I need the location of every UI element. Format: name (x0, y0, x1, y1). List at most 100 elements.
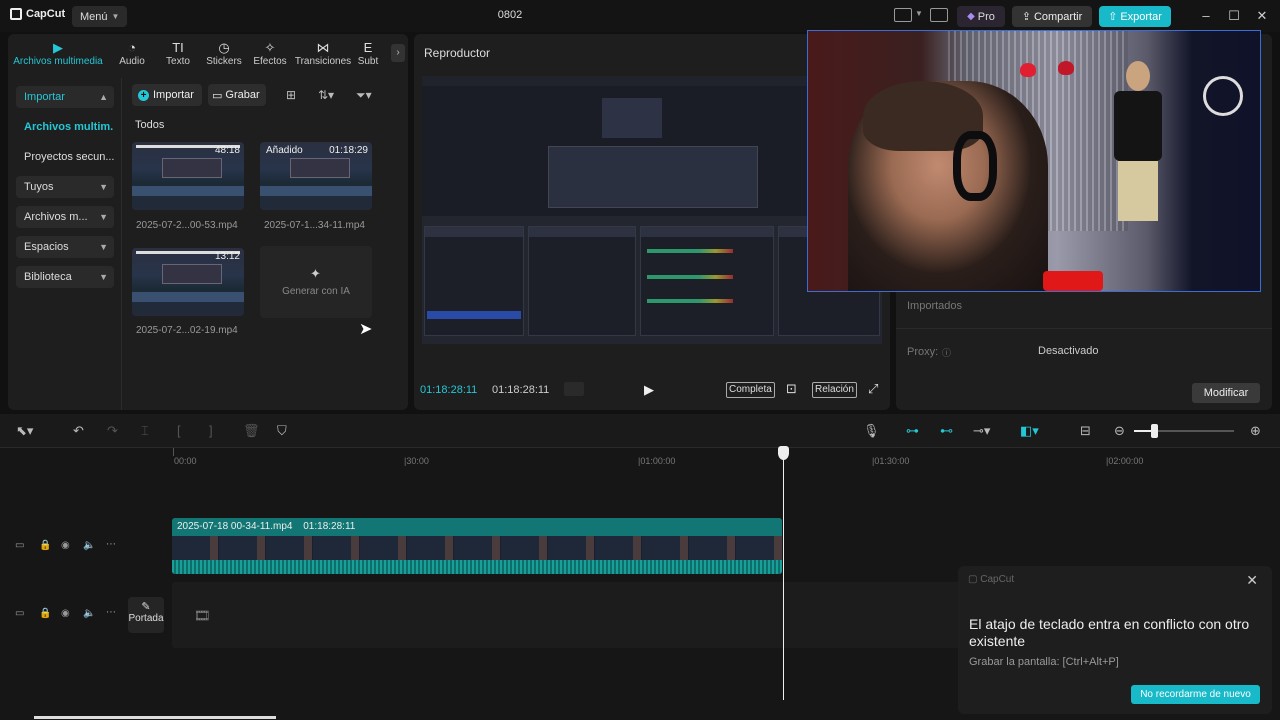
undo-icon[interactable]: ↶ (73, 423, 84, 439)
sticker-icon: ◷ (218, 40, 230, 55)
lock-icon[interactable]: 🔒 (39, 608, 51, 619)
time-ruler[interactable]: 00:00 |30:00 |01:00:00 |01:30:00 |02:00:… (170, 448, 1280, 466)
eye-icon[interactable]: ◉ (61, 540, 70, 551)
tab-effects[interactable]: ✧ Efectos (248, 34, 292, 70)
layout-icon[interactable] (894, 8, 912, 22)
maximize-icon[interactable]: ☐ (1224, 6, 1244, 26)
speaker-icon[interactable]: 🔈 (83, 608, 95, 619)
magnet-icon[interactable]: ⊷ (940, 423, 953, 439)
fullscreen-icon[interactable]: ⤢ (868, 381, 878, 397)
tab-audio[interactable]: ◔ Audio (108, 34, 156, 70)
pro-button[interactable]: ◆ Pro (957, 6, 1005, 27)
minimize-icon[interactable]: – (1196, 6, 1216, 26)
redo-icon[interactable]: ↷ (107, 423, 118, 439)
tabs-next-arrow[interactable]: › (391, 44, 405, 62)
fit-screen-icon[interactable]: ⊡ (786, 381, 797, 397)
edit-icon: ✎ (141, 601, 151, 613)
zoom-in-icon[interactable]: ⊕ (1250, 423, 1261, 439)
grid-view-icon[interactable]: ⊞ (286, 88, 296, 102)
media-item-name: 2025-07-2...00-53.mp4 (136, 220, 238, 231)
tab-transitions[interactable]: ⋈ Transiciones (292, 34, 354, 70)
share-button[interactable]: ⇪ Compartir (1012, 6, 1092, 27)
zoom-slider-handle[interactable] (1151, 424, 1158, 438)
close-icon[interactable]: ✕ (1246, 572, 1258, 589)
play-icon[interactable]: ▶ (644, 382, 658, 398)
total-time: 01:18:28:11 (492, 384, 550, 396)
zoom-slider[interactable] (1150, 430, 1234, 432)
modify-button[interactable]: Modificar (1192, 383, 1260, 403)
more-icon[interactable]: ⋯ (106, 607, 116, 618)
chevron-up-icon: ▲ (99, 92, 108, 102)
speaker-icon[interactable]: 🔈 (83, 540, 95, 551)
info-icon[interactable]: ⓘ (942, 346, 951, 359)
chevron-down-icon: ▼ (99, 272, 108, 282)
timeline-toggle-icon[interactable] (564, 382, 584, 396)
sidebar-item-yours[interactable]: Tuyos ▼ (16, 176, 114, 198)
chevron-down-icon: ▼ (99, 182, 108, 192)
headset (953, 131, 997, 201)
empty-track[interactable] (172, 582, 962, 648)
trim-right-icon[interactable]: ] (209, 423, 213, 438)
delete-icon[interactable]: 🗑 (243, 423, 260, 439)
ruler-label: |01:00:00 (638, 456, 676, 466)
heart-decoration (1058, 61, 1074, 75)
media-item-name: 2025-07-2...02-19.mp4 (136, 325, 238, 336)
tab-subtitles[interactable]: E Subt (354, 34, 382, 70)
chain-icon[interactable]: ⊸▾ (973, 423, 990, 439)
section-title: Todos (135, 119, 165, 131)
media-item-name: 2025-07-1...34-11.mp4 (264, 220, 365, 231)
horizontal-scrollbar[interactable] (34, 716, 276, 719)
clip-thumbnails (172, 536, 782, 560)
close-icon[interactable]: ✕ (1252, 6, 1272, 26)
dont-remind-button[interactable]: No recordarme de nuevo (1131, 685, 1260, 704)
mannequin (1108, 61, 1168, 261)
timeline-toolbar: ⬉▾ ↶ ↷ ⌶ [ ] 🗑 ⛉ 🎙 ⊶ ⊷ ⊸▾ ◧▾ ⊟ ⊖ ⊕ (0, 414, 1280, 448)
shield-icon[interactable]: ⛉ (277, 423, 287, 439)
sort-icon[interactable]: ⇅▾ (318, 88, 334, 102)
chevron-down-icon[interactable]: ▼ (915, 9, 923, 18)
tab-stickers[interactable]: ◷ Stickers (200, 34, 248, 70)
sidebar-item-import[interactable]: Importar ▲ (16, 86, 114, 108)
shortcuts-icon[interactable] (930, 8, 948, 22)
full-quality-button[interactable]: Completa (726, 382, 775, 398)
select-cursor-icon[interactable]: ⬉▾ (16, 423, 33, 439)
divider (896, 328, 1272, 329)
microphone-icon[interactable]: 🎙 (863, 423, 880, 439)
media-item[interactable]: 48:18 (132, 142, 244, 210)
tab-media[interactable]: ▶ Archivos multimedia (8, 34, 108, 70)
preview-axis-icon[interactable]: ◧▾ (1020, 423, 1039, 439)
clip-name: 2025-07-18 00-34-11.mp4 (177, 521, 293, 532)
playhead-handle[interactable] (778, 446, 789, 460)
sidebar-item-library[interactable]: Biblioteca ▼ (16, 266, 114, 288)
export-button[interactable]: ⇧ Exportar (1099, 6, 1171, 27)
more-icon[interactable]: ⋯ (106, 539, 116, 550)
zoom-out-icon[interactable]: ⊖ (1114, 423, 1125, 439)
trim-left-icon[interactable]: [ (177, 423, 181, 438)
project-title: 0802 (497, 9, 523, 21)
media-item[interactable]: 13:12 (132, 248, 244, 316)
eye-icon[interactable]: ◉ (61, 608, 70, 619)
sidebar-item-files[interactable]: Archivos m... ▼ (16, 206, 114, 228)
import-button[interactable]: + Importar (132, 84, 202, 106)
lock-icon[interactable]: 🔒 (39, 540, 51, 551)
notification-toast: ▢ CapCut ✕ El atajo de teclado entra en … (958, 566, 1272, 714)
video-clip[interactable]: 2025-07-18 00-34-11.mp4 01:18:28:11 (172, 518, 782, 574)
tab-text[interactable]: TI Texto (156, 34, 200, 70)
link-icon[interactable]: ⊶ (906, 423, 919, 439)
cover-button[interactable]: ✎ Portada (128, 597, 164, 633)
media-item[interactable]: Añadido 01:18:29 (260, 142, 372, 210)
playhead[interactable] (783, 450, 784, 700)
ratio-button[interactable]: Relación (812, 382, 857, 398)
webcam-overlay (807, 30, 1261, 292)
sidebar-item-secondary-projects[interactable]: Proyectos secun... (16, 146, 114, 168)
record-button[interactable]: ▭ Grabar (208, 84, 266, 106)
filter-icon[interactable]: ⏷▾ (356, 88, 372, 103)
film-icon: 🎞 (194, 608, 211, 623)
split-icon[interactable]: ⌶ (141, 423, 149, 439)
caption-icon[interactable]: ⊟ (1080, 423, 1091, 439)
menu-button[interactable]: Menú ▼ (72, 6, 128, 27)
sidebar-item-spaces[interactable]: Espacios ▼ (16, 236, 114, 258)
sidebar-item-media-files[interactable]: Archivos multim... (16, 116, 114, 138)
ring-light (1203, 76, 1243, 116)
generate-ai-card[interactable]: ✦ Generar con IA (260, 246, 372, 318)
